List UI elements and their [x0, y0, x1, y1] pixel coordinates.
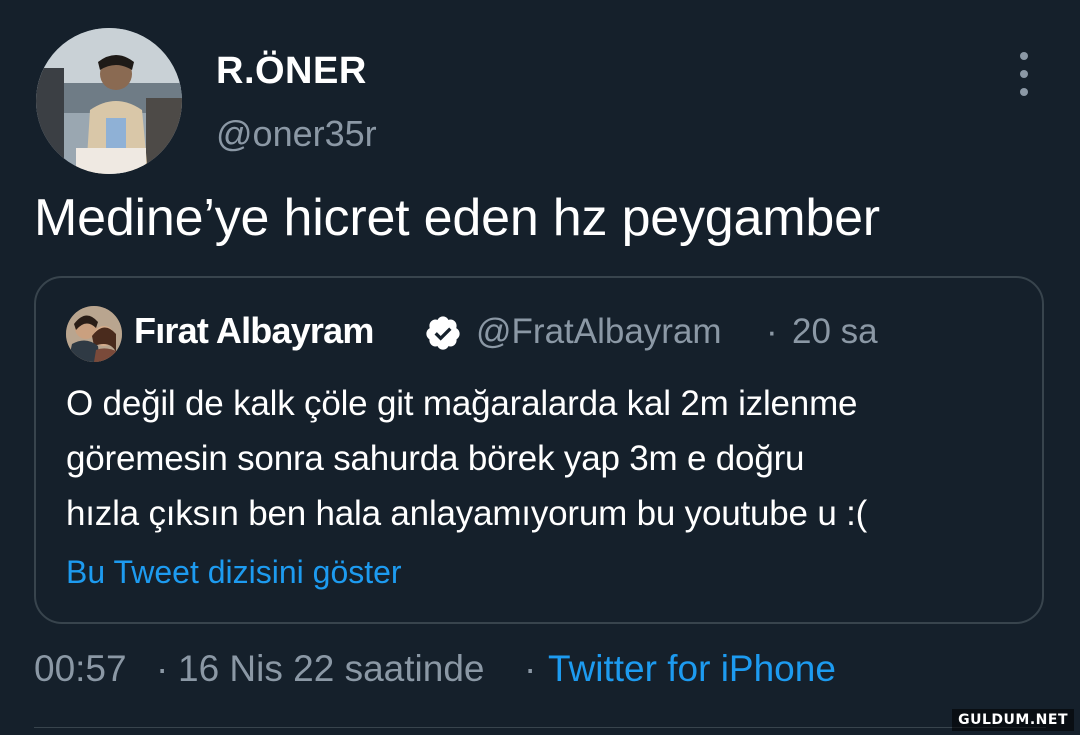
quoted-text-line: göremesin sonra sahurda börek yap 3m e d… [66, 439, 805, 478]
tweet-time[interactable]: 00:57 [34, 648, 127, 690]
more-dot [1020, 52, 1028, 60]
show-thread-link[interactable]: Bu Tweet dizisini göster [66, 554, 402, 591]
more-dot [1020, 70, 1028, 78]
more-options-icon[interactable] [1004, 52, 1044, 96]
quoted-separator: · [766, 312, 778, 351]
quoted-display-name[interactable]: Fırat Albayram [134, 310, 374, 352]
author-handle[interactable]: @oner35r [216, 113, 377, 155]
tweet-date[interactable]: 16 Nis 22 saatinde [178, 648, 484, 690]
meta-separator: · [156, 648, 169, 689]
divider [34, 727, 1046, 728]
quoted-author-avatar[interactable] [66, 306, 122, 362]
quoted-text-line: hızla çıksın ben hala anlayamıyorum bu y… [66, 494, 868, 533]
verified-badge-icon [424, 314, 462, 352]
watermark: GULDUM.NET [952, 709, 1074, 731]
meta-separator: · [524, 648, 537, 689]
quoted-handle[interactable]: @FratAlbayram [476, 312, 722, 352]
quoted-avatar-photo [66, 306, 122, 362]
tweet-text: Medine’ye hicret eden hz peygamber [34, 189, 880, 247]
author-display-name[interactable]: R.ÖNER [216, 50, 367, 93]
avatar-photo [36, 28, 182, 174]
tweet-source-link[interactable]: Twitter for iPhone [548, 648, 836, 690]
quoted-timestamp[interactable]: 20 sa [792, 312, 878, 352]
more-dot [1020, 88, 1028, 96]
quoted-text-line: O değil de kalk çöle git mağaralarda kal… [66, 384, 858, 423]
author-avatar[interactable] [36, 28, 182, 174]
